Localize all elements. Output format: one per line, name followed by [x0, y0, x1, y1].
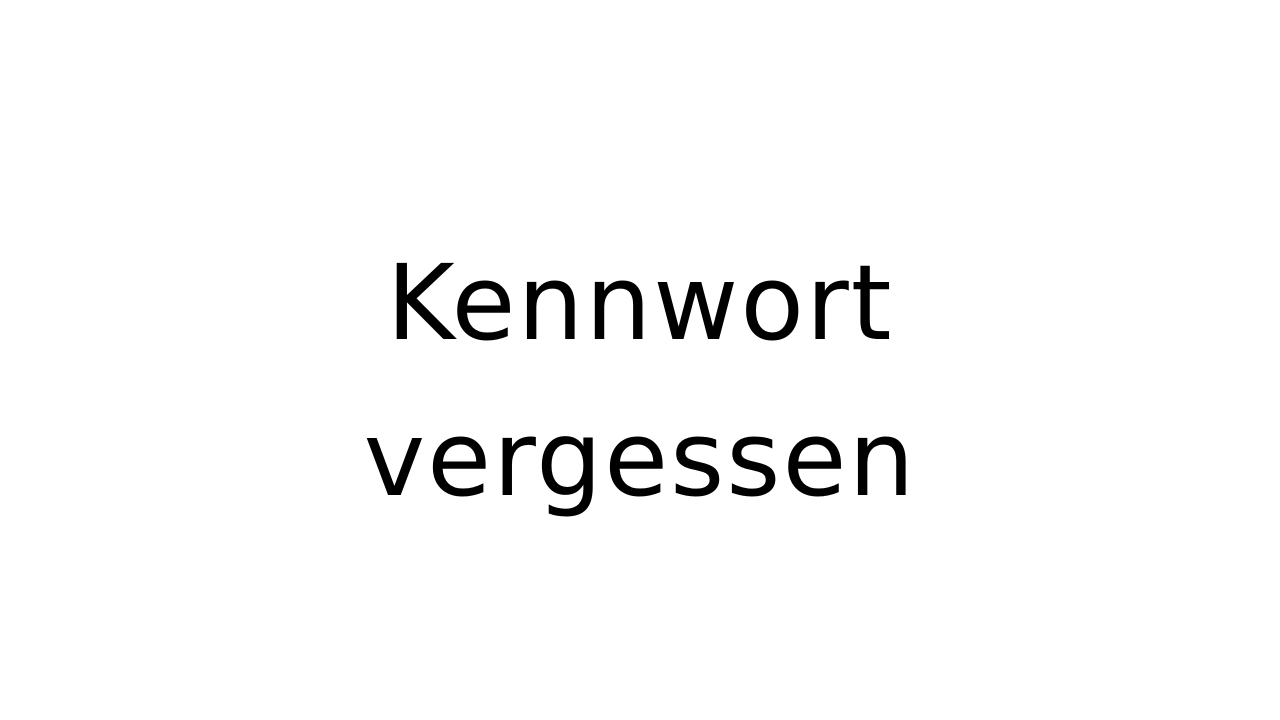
- slide-canvas: Kennwort vergessen: [0, 0, 1280, 720]
- slide-title: Kennwort vergessen: [0, 225, 1280, 537]
- title-line-1: Kennwort: [386, 242, 894, 364]
- title-line-2: vergessen: [363, 398, 917, 520]
